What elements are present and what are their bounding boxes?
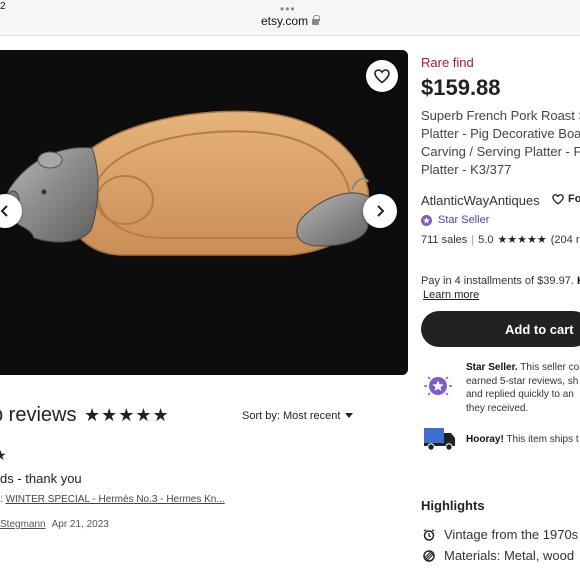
- listing-title-line: Platter - Pig Decorative Boar: [421, 126, 580, 141]
- review-text: ds - thank you: [0, 471, 82, 486]
- review-item-link[interactable]: WINTER SPECIAL - Hermès No.3 - Hermes Kn…: [6, 494, 225, 505]
- highlight-text: Materials: Metal, wood: [444, 548, 575, 563]
- listing-title: Superb French Pork Roast S Platter - Pig…: [421, 107, 580, 179]
- sort-label: Sort by: Most recent: [242, 410, 341, 422]
- rare-find-label: Rare find: [421, 55, 474, 70]
- rating-stars: ★★★★★: [497, 234, 547, 246]
- follow-shop-button[interactable]: Fo: [552, 193, 580, 205]
- star-seller-perk: Star Seller. This seller co earned 5-sta…: [466, 361, 579, 415]
- shop-name-link[interactable]: AtlanticWayAntiques: [421, 193, 540, 208]
- materials-icon: [423, 549, 435, 562]
- shop-rating: 5.0: [478, 233, 494, 246]
- star-seller-perk-title: Star Seller.: [466, 362, 518, 373]
- star-seller-icon: [421, 214, 432, 226]
- chevron-right-icon: [377, 205, 385, 217]
- url-text: etsy.com: [260, 14, 309, 28]
- heart-icon: [374, 68, 390, 84]
- add-to-cart-button[interactable]: Add to cart: [421, 311, 580, 347]
- learn-more-link[interactable]: Learn more: [423, 289, 479, 301]
- review-meta: Stegmann Apr 21, 2023: [0, 519, 109, 530]
- sales-count: 711 sales: [421, 233, 468, 246]
- perk-text: and replied quickly to an: [466, 389, 574, 400]
- highlight-item: Vintage from the 1970s: [423, 527, 578, 542]
- browser-toolbar: 2 ••• etsy.com: [0, 0, 580, 36]
- star-seller-badge[interactable]: Star Seller: [421, 214, 489, 226]
- status-clock: 2: [0, 1, 6, 12]
- listing-title-line: Superb French Pork Roast S: [421, 108, 580, 123]
- highlight-item: Materials: Metal, wood: [423, 548, 574, 563]
- shipping-perk: Hooray! This item ships t: [466, 433, 579, 447]
- divider: |: [471, 233, 475, 246]
- shop-stats: 711 sales | 5.0 ★★★★★ (204 r: [421, 233, 580, 247]
- address-bar[interactable]: etsy.com: [0, 14, 580, 28]
- review-star-rating: ★: [0, 447, 7, 463]
- hooray-label: Hooray!: [466, 434, 504, 445]
- listing-title-line: Platter - K3/377: [421, 162, 512, 177]
- shipping-truck-icon: [424, 428, 455, 451]
- follow-label: Fo: [568, 193, 580, 205]
- add-to-cart-label: Add to cart: [505, 321, 574, 337]
- favorite-button[interactable]: [366, 60, 398, 92]
- lock-icon: [312, 15, 321, 25]
- installments-text: Pay in 4 installments of $39.97.: [421, 275, 574, 287]
- star-seller-label: Star Seller: [438, 214, 490, 226]
- listing-title-line: Carving / Serving Platter - F: [421, 144, 580, 159]
- perk-text: they received.: [466, 402, 529, 414]
- vintage-clock-icon: [423, 528, 435, 541]
- perk-text: This seller co: [517, 362, 580, 373]
- sort-dropdown[interactable]: Sort by: Most recent: [242, 410, 354, 422]
- highlights-heading: Highlights: [421, 498, 485, 513]
- rating-count[interactable]: (204 r: [551, 234, 580, 246]
- highlight-text: Vintage from the 1970s: [444, 527, 579, 542]
- installments-info: Pay in 4 installments of $39.97. Kl: [421, 275, 580, 287]
- cutting-board-illustration: [0, 50, 408, 375]
- heart-icon: [552, 193, 564, 205]
- caret-down-icon: [345, 413, 354, 418]
- product-image[interactable]: [0, 50, 408, 375]
- chevron-left-icon: [0, 205, 8, 217]
- perk-text: earned 5-star reviews, sh: [466, 375, 579, 387]
- review-author-link[interactable]: Stegmann: [0, 519, 46, 530]
- reviews-rating-stars: ★★★★★: [84, 405, 170, 425]
- next-image-button[interactable]: [363, 194, 397, 228]
- perk-text: This item ships t: [503, 434, 579, 445]
- review-date: Apr 21, 2023: [51, 519, 109, 530]
- star-seller-perk-icon: [424, 376, 452, 396]
- price: $159.88: [421, 75, 501, 100]
- reviews-heading: b reviews: [0, 404, 77, 426]
- review-purchased-item: : WINTER SPECIAL - Hermès No.3 - Hermes …: [0, 494, 225, 505]
